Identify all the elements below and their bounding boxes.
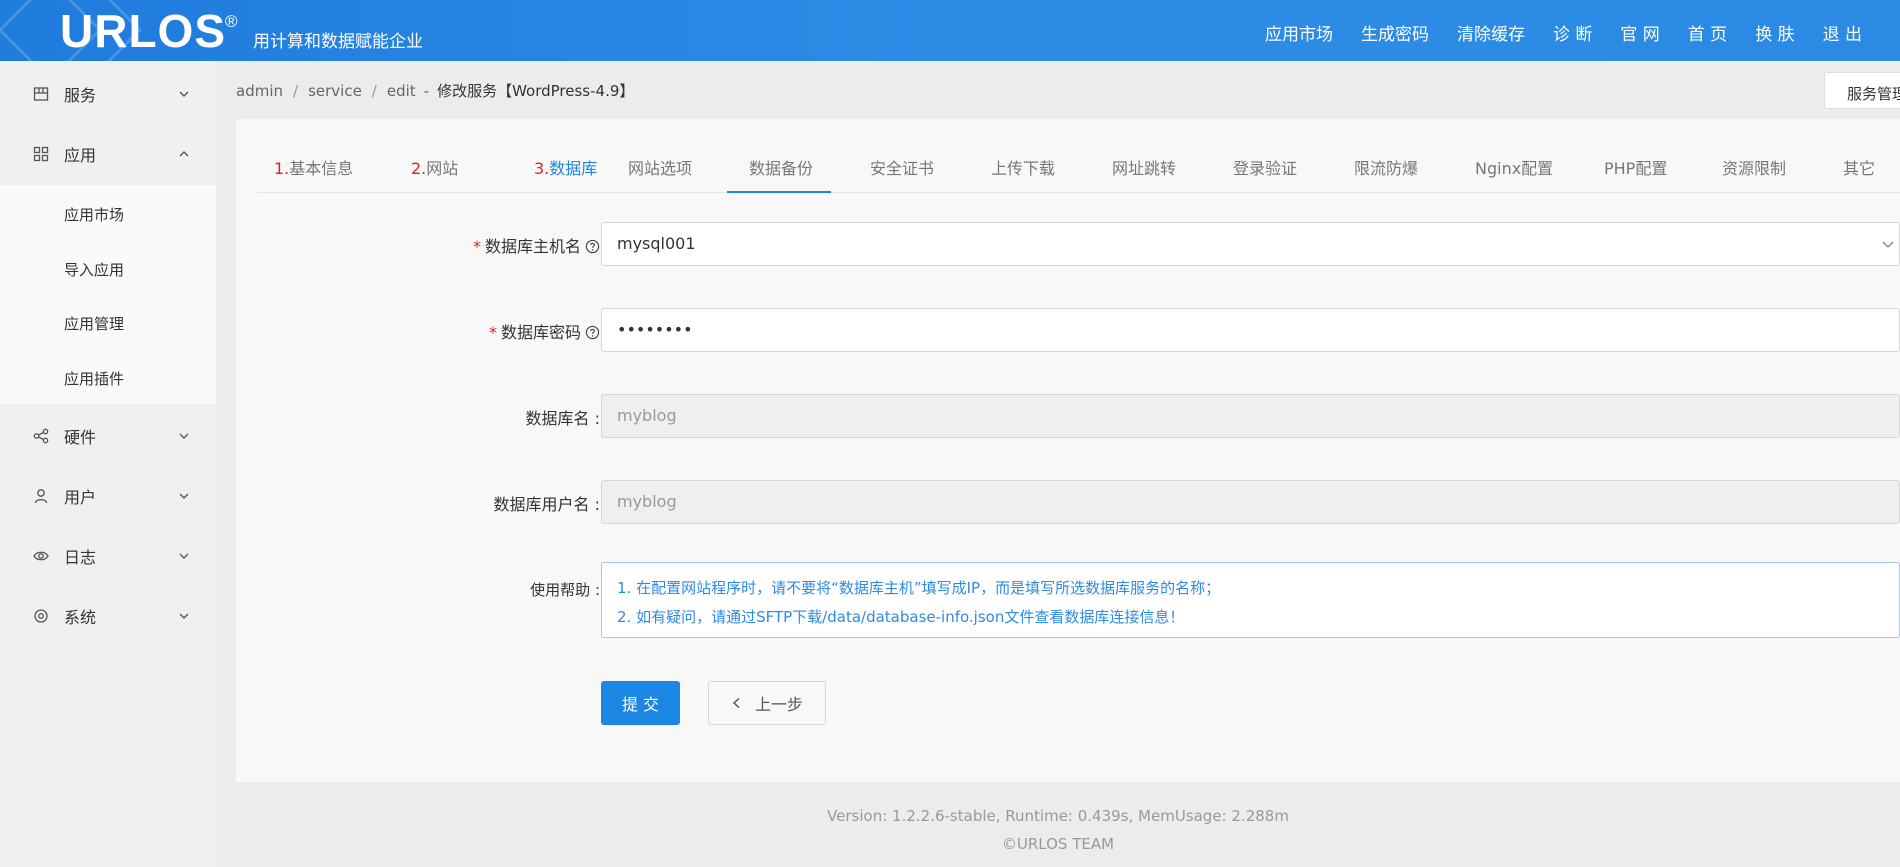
help-label: 使用帮助 : [530, 581, 600, 599]
breadcrumb-service[interactable]: service [308, 82, 362, 100]
tab-nginx-config[interactable]: Nginx配置 [1475, 155, 1553, 179]
sidebar-item-label: 系统 [64, 608, 97, 627]
tab-data-backup[interactable]: 数据备份 [749, 155, 813, 179]
sidebar-item-label: 用户 [64, 488, 97, 507]
nav-logout[interactable]: 退 出 [1823, 20, 1862, 45]
db-name-input: myblog [601, 394, 1900, 438]
tab-bar: 1.基本信息 2.网站 3.数据库 网站选项 数据备份 安全证书 上传下载 网址… [257, 147, 1900, 193]
db-user-input: myblog [601, 480, 1900, 524]
tab-other[interactable]: 其它 [1843, 155, 1875, 179]
chevron-left-icon [732, 697, 740, 709]
previous-step-button[interactable]: 上一步 [708, 681, 826, 725]
nav-generate-password[interactable]: 生成密码 [1361, 20, 1429, 45]
db-name-label: 数据库名 : [525, 409, 600, 428]
active-tab-indicator [727, 191, 831, 193]
top-header: URLOS ® 用计算和数据赋能企业 应用市场 生成密码 清除缓存 诊 断 官 … [0, 0, 1900, 61]
footer-copyright: ©URLOS TEAM [1001, 835, 1115, 853]
tab-site-options[interactable]: 网站选项 [628, 155, 692, 179]
db-password-label: * 数据库密码 [489, 319, 600, 343]
db-password-input[interactable]: •••••••• [601, 308, 1900, 352]
service-manage-button[interactable]: 服务管理 [1824, 72, 1900, 109]
logo-slogan: 用计算和数据赋能企业 [253, 32, 423, 52]
share-icon [33, 428, 49, 444]
nav-clear-cache[interactable]: 清除缓存 [1457, 20, 1525, 45]
tab-basic-info[interactable]: 1.基本信息 [274, 155, 353, 179]
logo[interactable]: URLOS [60, 4, 226, 58]
eye-icon [33, 548, 49, 564]
sidebar-item-label: 硬件 [64, 428, 97, 447]
submit-button[interactable]: 提 交 [601, 681, 680, 725]
edit-service-panel: 1.基本信息 2.网站 3.数据库 网站选项 数据备份 安全证书 上传下载 网址… [236, 119, 1900, 782]
db-host-label: * 数据库主机名 [473, 233, 600, 257]
submenu-app-market[interactable]: 应用市场 [64, 204, 124, 225]
db-password-value: •••••••• [617, 320, 693, 339]
db-user-value: myblog [617, 492, 677, 511]
tab-ssl-cert[interactable]: 安全证书 [870, 155, 934, 179]
breadcrumb-separator: / [293, 82, 299, 100]
breadcrumb-edit: edit [386, 82, 416, 100]
tab-database[interactable]: 3.数据库 [534, 155, 597, 179]
nav-diagnose[interactable]: 诊 断 [1553, 20, 1592, 45]
apps-submenu: 应用市场 导入应用 应用管理 应用插件 [0, 185, 216, 404]
grid-box-icon [33, 86, 49, 102]
breadcrumb-separator: / [371, 82, 377, 100]
sidebar-item-label: 服务 [64, 86, 97, 105]
db-host-value: mysql001 [617, 234, 696, 253]
user-icon [33, 488, 49, 504]
tab-login-auth[interactable]: 登录验证 [1233, 155, 1297, 179]
chevron-down-icon [178, 610, 190, 622]
sidebar-item-logs[interactable]: 日志 [0, 531, 216, 581]
breadcrumb-dash: - [423, 82, 430, 100]
previous-step-label: 上一步 [754, 695, 803, 714]
breadcrumb-admin[interactable]: admin [236, 82, 283, 100]
top-nav: 应用市场 生成密码 清除缓存 诊 断 官 网 首 页 换 肤 退 出 [1265, 20, 1862, 45]
chevron-down-icon [178, 88, 190, 100]
chevron-down-icon [178, 550, 190, 562]
chevron-down-icon [178, 490, 190, 502]
logo-registered-mark: ® [225, 12, 238, 31]
sidebar-item-service[interactable]: 服务 [0, 69, 216, 119]
breadcrumb-title: 修改服务【WordPress-4.9】 [437, 82, 635, 100]
tab-rate-limit[interactable]: 限流防爆 [1354, 155, 1418, 179]
tab-website[interactable]: 2.网站 [411, 155, 458, 179]
tab-resource-limit[interactable]: 资源限制 [1722, 155, 1786, 179]
help-line-1: 1. 在配置网站程序时，请不要将“数据库主机”填写成IP，而是填写所选数据库服务… [617, 579, 1221, 597]
db-user-label: 数据库用户名 : [493, 495, 600, 514]
sidebar-item-system[interactable]: 系统 [0, 591, 216, 641]
chevron-down-icon [178, 430, 190, 442]
submenu-app-plugins[interactable]: 应用插件 [64, 368, 124, 389]
help-line-2: 2. 如有疑问，请通过SFTP下载/data/database-info.jso… [617, 608, 1185, 626]
help-circle-icon[interactable] [585, 325, 600, 340]
sidebar-item-users[interactable]: 用户 [0, 471, 216, 521]
db-name-value: myblog [617, 406, 677, 425]
help-box: 1. 在配置网站程序时，请不要将“数据库主机”填写成IP，而是填写所选数据库服务… [601, 562, 1900, 638]
tab-php-config[interactable]: PHP配置 [1604, 155, 1667, 179]
footer-version: Version: 1.2.2.6-stable, Runtime: 0.439s… [827, 807, 1289, 825]
sidebar-item-hardware[interactable]: 硬件 [0, 411, 216, 461]
chevron-down-icon [1882, 241, 1894, 248]
sidebar-item-label: 应用 [64, 146, 97, 165]
settings-icon [33, 608, 49, 624]
nav-official-site[interactable]: 官 网 [1620, 20, 1659, 45]
sidebar-item-label: 日志 [64, 548, 97, 567]
nav-change-skin[interactable]: 换 肤 [1755, 20, 1794, 45]
tab-url-redirect[interactable]: 网址跳转 [1112, 155, 1176, 179]
sidebar: 服务 应用 应用市场 导入应用 应用管理 应用插件 硬件 用户 日志 系统 [0, 61, 216, 867]
help-circle-icon[interactable] [585, 239, 600, 254]
sidebar-item-apps[interactable]: 应用 [0, 129, 216, 179]
apps-icon [33, 146, 49, 162]
submenu-import-app[interactable]: 导入应用 [64, 259, 124, 280]
breadcrumb: admin / service / edit - 修改服务【WordPress-4.9】 [236, 80, 634, 101]
nav-home[interactable]: 首 页 [1688, 20, 1727, 45]
nav-app-market[interactable]: 应用市场 [1265, 20, 1333, 45]
chevron-up-icon [178, 148, 190, 160]
db-host-select[interactable]: mysql001 [601, 222, 1900, 266]
submenu-app-manage[interactable]: 应用管理 [64, 313, 124, 334]
tab-upload-download[interactable]: 上传下载 [991, 155, 1055, 179]
